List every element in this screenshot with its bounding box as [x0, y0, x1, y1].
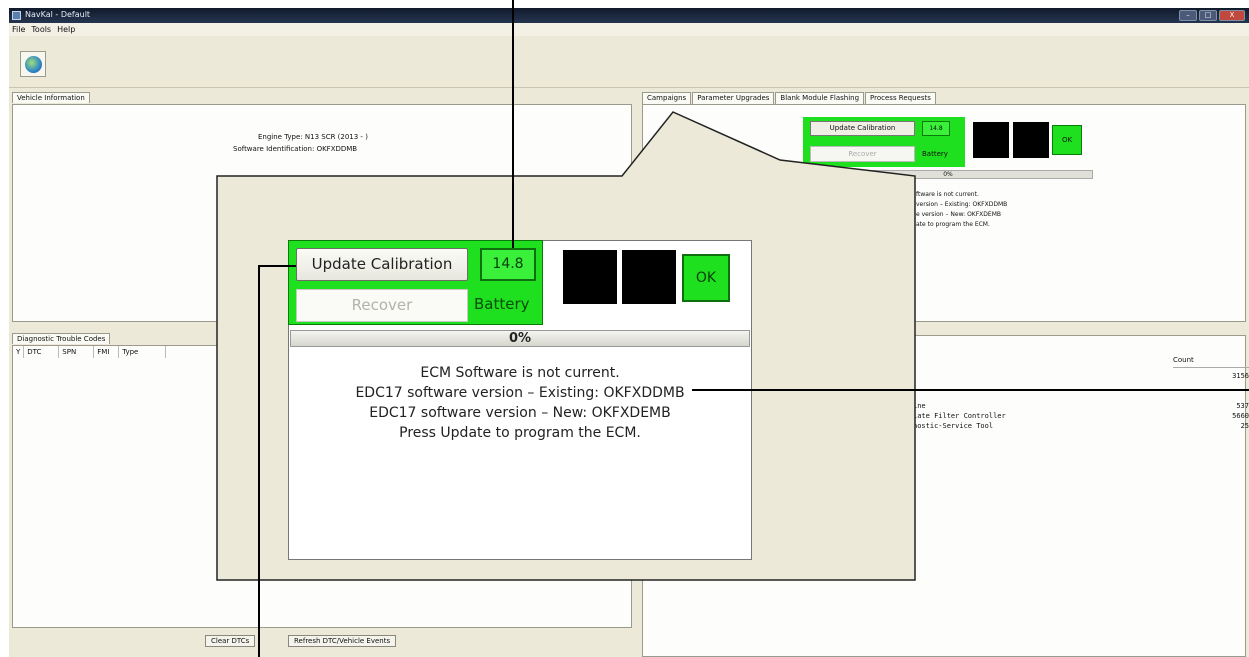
- menu-file[interactable]: File: [12, 25, 25, 34]
- small-recover-button[interactable]: Recover: [810, 146, 915, 162]
- count-row-name: nostic-Service Tool: [913, 422, 994, 430]
- count-row-name: ine: [913, 402, 926, 410]
- small-message-line: ate to program the ECM.: [916, 221, 990, 228]
- count-row-name: late Filter Controller: [913, 412, 1006, 420]
- close-button[interactable]: X: [1219, 10, 1245, 21]
- count-value: 5660: [1232, 412, 1249, 420]
- dtc-col-spn[interactable]: SPN: [59, 346, 95, 358]
- right-tab-strip: Campaigns Parameter Upgrades Blank Modul…: [642, 92, 937, 104]
- status-square-2: [622, 250, 676, 304]
- small-status-messages: ftware is not current. version – Existin…: [916, 190, 1086, 230]
- tab-process-requests[interactable]: Process Requests: [865, 92, 936, 104]
- menu-tools[interactable]: Tools: [31, 25, 51, 34]
- engine-type-text: Engine Type: N13 SCR (2013 - ): [258, 133, 368, 141]
- dtc-table-header: Y DTC SPN FMI Type: [13, 346, 233, 358]
- title-bar: NavKal - Default – □ X: [9, 8, 1249, 23]
- message-new-version: EDC17 software version – New: OKFXDEMB: [369, 405, 671, 421]
- menu-bar: File Tools Help: [9, 23, 1249, 36]
- dtc-col-dtc[interactable]: DTC: [24, 346, 60, 358]
- message-existing-version: EDC17 software version – Existing: OKFXD…: [355, 385, 685, 401]
- status-square-1: [563, 250, 617, 304]
- refresh-dtc-events-button[interactable]: Refresh DTC/Vehicle Events: [288, 635, 397, 647]
- count-column-header[interactable]: Count: [1173, 356, 1249, 368]
- dtc-col-type[interactable]: Type: [119, 346, 167, 358]
- dtc-col-fmi[interactable]: FMI: [94, 346, 120, 358]
- count-value: 537: [1236, 402, 1249, 410]
- ok-indicator: OK: [682, 254, 730, 302]
- dtc-button-bar: Clear DTCs Refresh DTC/Vehicle Events: [12, 632, 632, 652]
- small-update-calibration-button[interactable]: Update Calibration: [810, 121, 915, 136]
- progress-bar: 0%: [290, 330, 750, 347]
- message-not-current: ECM Software is not current.: [420, 365, 620, 381]
- globe-refresh-icon: [25, 56, 42, 73]
- leader-line-voltage: [512, 0, 514, 248]
- leader-line-existing-version: [692, 389, 1249, 391]
- update-calibration-button[interactable]: Update Calibration: [296, 248, 468, 281]
- recover-button[interactable]: Recover: [296, 289, 468, 322]
- toolbar: [9, 36, 1249, 88]
- small-battery-label: Battery: [922, 150, 948, 158]
- small-status-square-2: [1013, 122, 1049, 158]
- tab-vehicle-information[interactable]: Vehicle Information: [12, 92, 90, 103]
- leader-line-update-button: [258, 265, 260, 657]
- small-message-line: e version – New: OKFXDEMB: [916, 211, 1001, 218]
- tab-parameter-upgrades[interactable]: Parameter Upgrades: [692, 92, 775, 104]
- count-value: 3156: [1232, 372, 1249, 380]
- menu-help[interactable]: Help: [57, 25, 75, 34]
- window-title: NavKal - Default: [25, 10, 91, 19]
- minimize-button[interactable]: –: [1179, 10, 1197, 21]
- small-message-line: version – Existing: OKFXDDMB: [916, 201, 1008, 208]
- count-value: 25: [1240, 422, 1249, 430]
- message-press-update: Press Update to program the ECM.: [399, 425, 641, 441]
- app-icon: [12, 11, 21, 20]
- leader-line-update-button-arm: [258, 265, 296, 267]
- small-voltage-readout: 14.8: [922, 121, 950, 136]
- software-id-text: Software Identification: OKFXDDMB: [233, 145, 358, 153]
- tab-campaigns[interactable]: Campaigns: [642, 92, 692, 104]
- small-ok-indicator: OK: [1052, 125, 1082, 155]
- refresh-globe-button[interactable]: [20, 51, 46, 77]
- tab-diagnostic-trouble-codes[interactable]: Diagnostic Trouble Codes: [12, 333, 111, 344]
- battery-label: Battery: [474, 295, 530, 313]
- dtc-col-y[interactable]: Y: [13, 346, 25, 358]
- status-messages: ECM Software is not current. EDC17 softw…: [290, 363, 750, 443]
- window-controls: – □ X: [1179, 10, 1245, 21]
- battery-voltage-readout: 14.8: [480, 248, 536, 281]
- clear-dtcs-button[interactable]: Clear DTCs: [205, 635, 256, 647]
- maximize-button[interactable]: □: [1199, 10, 1217, 21]
- small-message-line: ftware is not current.: [916, 191, 979, 198]
- small-status-square-1: [973, 122, 1009, 158]
- tab-blank-module-flashing[interactable]: Blank Module Flashing: [775, 92, 865, 104]
- small-progress-bar: 0%: [803, 170, 1093, 179]
